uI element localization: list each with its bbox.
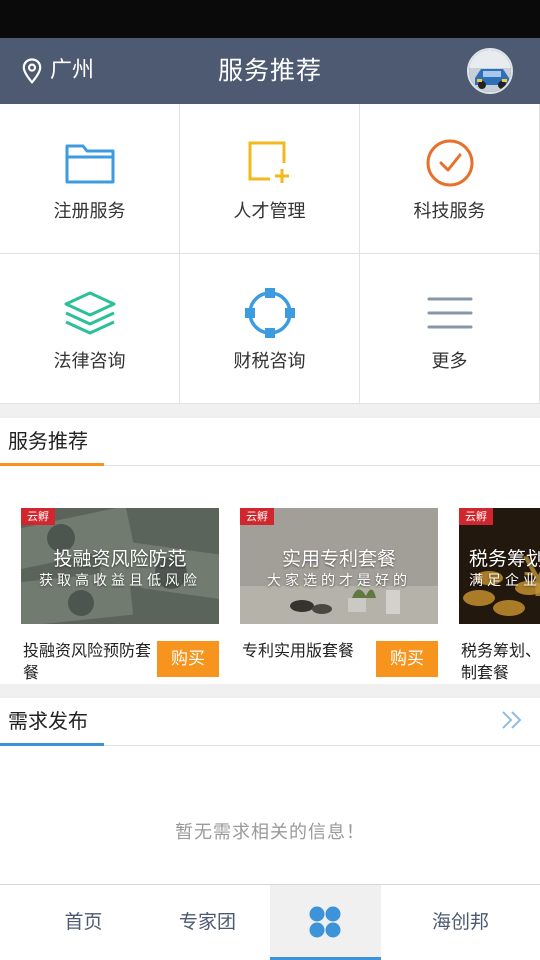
status-bar <box>0 0 540 38</box>
tab-services[interactable] <box>270 885 381 960</box>
service-card[interactable]: 云孵 实用专利套餐 大家选的才是好的 专利实用版套餐 购买 <box>240 508 438 677</box>
card-name: 税务筹划、风险控制套餐 <box>461 641 540 682</box>
buy-button[interactable]: 购买 <box>376 641 438 677</box>
category-label: 人才管理 <box>233 201 306 222</box>
menu-icon <box>427 297 472 329</box>
category-label: 注册服务 <box>53 201 126 222</box>
square-plus-icon <box>248 141 289 183</box>
service-card[interactable]: ¥ 云孵 税务筹划 满足企业 税务筹划、风险控制套餐 购买 <box>459 508 540 682</box>
recommend-section-header: 服务推荐 <box>0 418 540 466</box>
card-image-title: 实用专利套餐 <box>281 548 396 570</box>
buy-button[interactable]: 购买 <box>157 641 219 677</box>
section-divider <box>0 404 540 418</box>
section-title: 服务推荐 <box>8 429 88 453</box>
category-registration[interactable]: 注册服务 <box>0 104 180 254</box>
empty-message: 暂无需求相关的信息！ <box>175 822 365 843</box>
category-more[interactable]: 更多 <box>360 254 540 404</box>
tab-label: 海创邦 <box>431 911 489 933</box>
grid-dots-icon <box>309 906 341 938</box>
card-badge: 云孵 <box>21 508 55 525</box>
card-badge: 云孵 <box>240 508 274 525</box>
layers-icon <box>64 291 115 335</box>
avatar-image <box>469 50 511 92</box>
category-label: 更多 <box>431 351 468 372</box>
category-label: 财税咨询 <box>233 351 306 372</box>
tab-haichuangbang[interactable]: 海创邦 <box>381 885 540 960</box>
category-talent[interactable]: 人才管理 <box>180 104 360 254</box>
avatar[interactable] <box>467 48 513 94</box>
category-label: 科技服务 <box>413 201 486 222</box>
tab-experts[interactable]: 专家团 <box>145 885 270 960</box>
card-image-subtitle: 大家选的才是好的 <box>267 573 411 589</box>
check-circle-icon <box>426 139 473 187</box>
target-ring-icon <box>244 288 295 338</box>
double-chevron-right-icon[interactable] <box>500 710 524 730</box>
folder-icon <box>65 144 114 184</box>
card-badge: 云孵 <box>459 508 493 525</box>
card-image-title: 税务筹划 <box>469 548 540 570</box>
category-finance-tax[interactable]: 财税咨询 <box>180 254 360 404</box>
card-image-subtitle: 满足企业 <box>469 573 540 589</box>
category-label: 法律咨询 <box>53 351 126 372</box>
card-name: 投融资风险预防套餐 <box>23 641 152 682</box>
service-category-grid: 注册服务 人才管理 科技服务 法律咨询 财税咨询 更多 <box>0 104 540 404</box>
page-title: 服务推荐 <box>217 56 322 85</box>
recommend-card-list[interactable]: 云孵 投融资风险防范 获取高收益且低风险 投融资风险预防套餐 购买 云孵 实用专… <box>0 466 540 684</box>
category-legal[interactable]: 法律咨询 <box>0 254 180 404</box>
card-image: 云孵 实用专利套餐 大家选的才是好的 <box>240 508 438 624</box>
card-name: 专利实用版套餐 <box>242 641 355 660</box>
card-image: 云孵 投融资风险防范 获取高收益且低风险 <box>21 508 219 624</box>
top-header: 广州 服务推荐 <box>0 38 540 104</box>
service-card[interactable]: 云孵 投融资风险防范 获取高收益且低风险 投融资风险预防套餐 购买 <box>21 508 219 682</box>
card-image-subtitle: 获取高收益且低风险 <box>39 573 201 589</box>
card-image: ¥ 云孵 税务筹划 满足企业 <box>459 508 540 624</box>
tab-label: 首页 <box>64 911 103 933</box>
category-technology[interactable]: 科技服务 <box>360 104 540 254</box>
tab-home[interactable]: 首页 <box>0 885 167 960</box>
bottom-tab-bar: 首页 专家团 海创邦 <box>0 884 540 960</box>
section-divider <box>0 684 540 698</box>
section-title: 需求发布 <box>8 709 88 733</box>
tab-label: 专家团 <box>178 911 236 933</box>
card-image-title: 投融资风险防范 <box>53 548 187 570</box>
demand-empty-state: 暂无需求相关的信息！ <box>0 746 540 884</box>
demand-section-header: 需求发布 <box>0 698 540 746</box>
